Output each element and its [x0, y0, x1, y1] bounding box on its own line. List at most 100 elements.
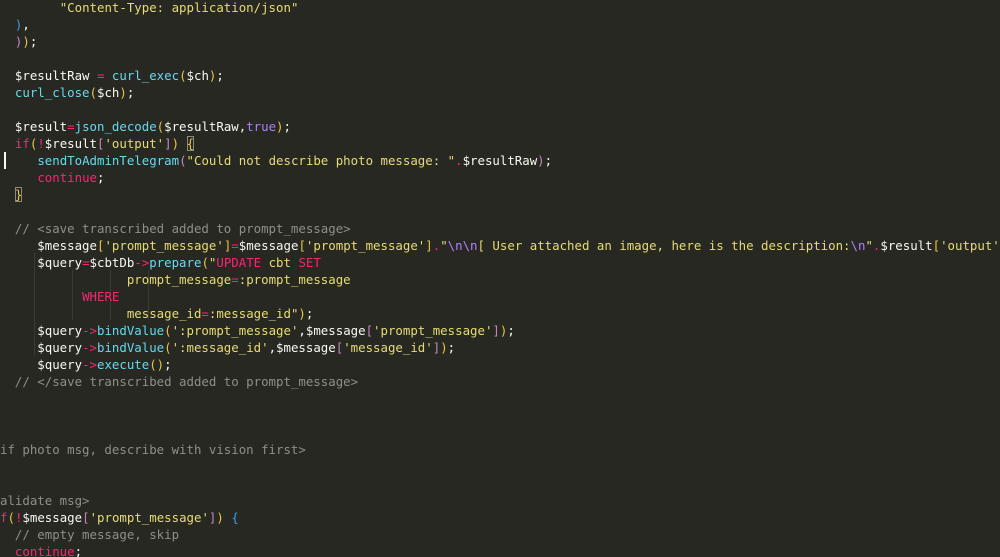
code-token: ; — [447, 340, 456, 355]
code-token: ( — [164, 340, 172, 355]
code-token: [ — [82, 510, 90, 525]
code-token: $resultRaw, — [164, 119, 247, 134]
code-token: ! — [37, 136, 45, 151]
code-token: prepare — [149, 255, 202, 270]
code-line[interactable]: if(!$result['output']) { — [0, 135, 195, 152]
code-token: ) — [298, 306, 306, 321]
code-token: prompt_message — [0, 272, 232, 287]
code-line[interactable]: continue; — [0, 543, 82, 557]
code-token: ) — [440, 340, 448, 355]
code-line[interactable]: prompt_message=:prompt_message — [0, 271, 351, 288]
code-token: ( — [149, 357, 157, 372]
code-token: execute — [96, 357, 150, 372]
code-token: ( — [7, 510, 15, 525]
code-line[interactable]: f(!$message['prompt_message']) { — [0, 509, 239, 526]
code-line[interactable]: WHERE — [0, 288, 119, 305]
code-line[interactable]: if photo msg, describe with vision first… — [0, 441, 306, 458]
code-token: ) — [119, 85, 127, 100]
code-token: // empty message, skip — [0, 527, 180, 542]
code-line[interactable]: continue; — [0, 169, 104, 186]
code-token: $message — [305, 323, 366, 338]
code-line[interactable]: $resultRaw = curl_exec($ch); — [0, 67, 224, 84]
code-token: ] — [492, 323, 500, 338]
code-token: $ch — [97, 85, 120, 100]
code-token: ( — [89, 85, 97, 100]
code-line[interactable]: ), — [0, 16, 30, 33]
code-token: "Content-Type: application/json" — [59, 0, 299, 15]
code-token: if photo msg, describe with vision first… — [0, 442, 306, 457]
code-editor[interactable]: "Content-Type: application/json" ), )); … — [0, 0, 1000, 557]
code-token: = — [231, 272, 239, 287]
code-token: $resultRaw — [0, 68, 97, 83]
code-token: ( — [179, 153, 187, 168]
code-token: $message — [238, 238, 299, 253]
code-token: $resultRaw — [462, 153, 538, 168]
code-token: ; — [164, 357, 172, 372]
code-token: -> — [82, 340, 97, 355]
code-token: ; — [305, 306, 314, 321]
code-token: { — [231, 510, 239, 525]
code-token: 'prompt_message' — [104, 238, 224, 253]
code-token: } — [14, 187, 23, 202]
code-token: $ch — [186, 68, 209, 83]
code-token: 'prompt_message' — [305, 238, 426, 253]
code-token: json_decode — [74, 119, 157, 134]
code-token: -> — [82, 323, 97, 338]
code-token: $message — [0, 238, 97, 253]
code-token: SET — [298, 255, 321, 270]
code-token: ) — [216, 510, 224, 525]
code-line[interactable]: alidate msg> — [0, 492, 90, 509]
code-line[interactable]: // </save transcribed added to prompt_me… — [0, 373, 358, 390]
code-line[interactable]: $query=$cbtDb->prepare("UPDATE cbt SET — [0, 254, 321, 271]
code-token: $query — [0, 357, 83, 372]
code-line[interactable]: sendToAdminTelegram("Could not describe … — [0, 152, 552, 169]
code-token: , — [298, 323, 306, 338]
code-line[interactable]: } — [0, 186, 23, 203]
code-line[interactable]: curl_close($ch); — [0, 84, 134, 101]
code-line[interactable]: $result=json_decode($resultRaw,true); — [0, 118, 291, 135]
code-token: \n — [850, 238, 866, 253]
code-line[interactable]: message_id=:message_id"); — [0, 305, 314, 322]
code-line[interactable]: $query->bindValue(':prompt_message',$mes… — [0, 322, 515, 339]
code-line[interactable]: // empty message, skip — [0, 526, 179, 543]
code-token: $result — [44, 136, 97, 151]
code-token: // <save transcribed added to prompt_mes… — [0, 221, 351, 236]
code-token: , — [22, 17, 30, 32]
code-token: curl_exec — [111, 68, 180, 83]
code-token: \n\n — [447, 238, 478, 253]
code-token: ; — [97, 170, 105, 185]
code-token: [ User attached an image, here is the de… — [477, 238, 851, 253]
code-token: ) — [537, 153, 545, 168]
code-token: $cbtDb — [89, 255, 135, 270]
code-token: . — [455, 153, 463, 168]
code-token: $result — [0, 119, 68, 134]
text-cursor — [4, 152, 6, 169]
code-line[interactable]: $query->execute(); — [0, 356, 172, 373]
code-line[interactable]: $query->bindValue(':message_id',$message… — [0, 339, 455, 356]
code-token: alidate msg> — [0, 493, 90, 508]
code-line[interactable]: // <save transcribed added to prompt_mes… — [0, 220, 351, 237]
code-token: $message — [22, 510, 83, 525]
code-token: " — [865, 238, 873, 253]
code-token: :message_id" — [208, 306, 299, 321]
code-token: -> — [134, 255, 150, 270]
code-token: ; — [126, 85, 135, 100]
code-token: ; — [544, 153, 553, 168]
code-token: ; — [216, 68, 224, 83]
code-token: ; — [507, 323, 515, 338]
code-line[interactable]: "Content-Type: application/json" — [0, 0, 299, 16]
code-token: sendToAdminTelegram — [37, 153, 180, 168]
code-token: if — [14, 136, 30, 151]
code-token: $query — [0, 340, 83, 355]
code-line[interactable]: $message['prompt_message']=$message['pro… — [0, 237, 1000, 254]
code-token: ] — [164, 136, 172, 151]
code-line[interactable]: )); — [0, 33, 37, 50]
code-token: = — [67, 119, 75, 134]
